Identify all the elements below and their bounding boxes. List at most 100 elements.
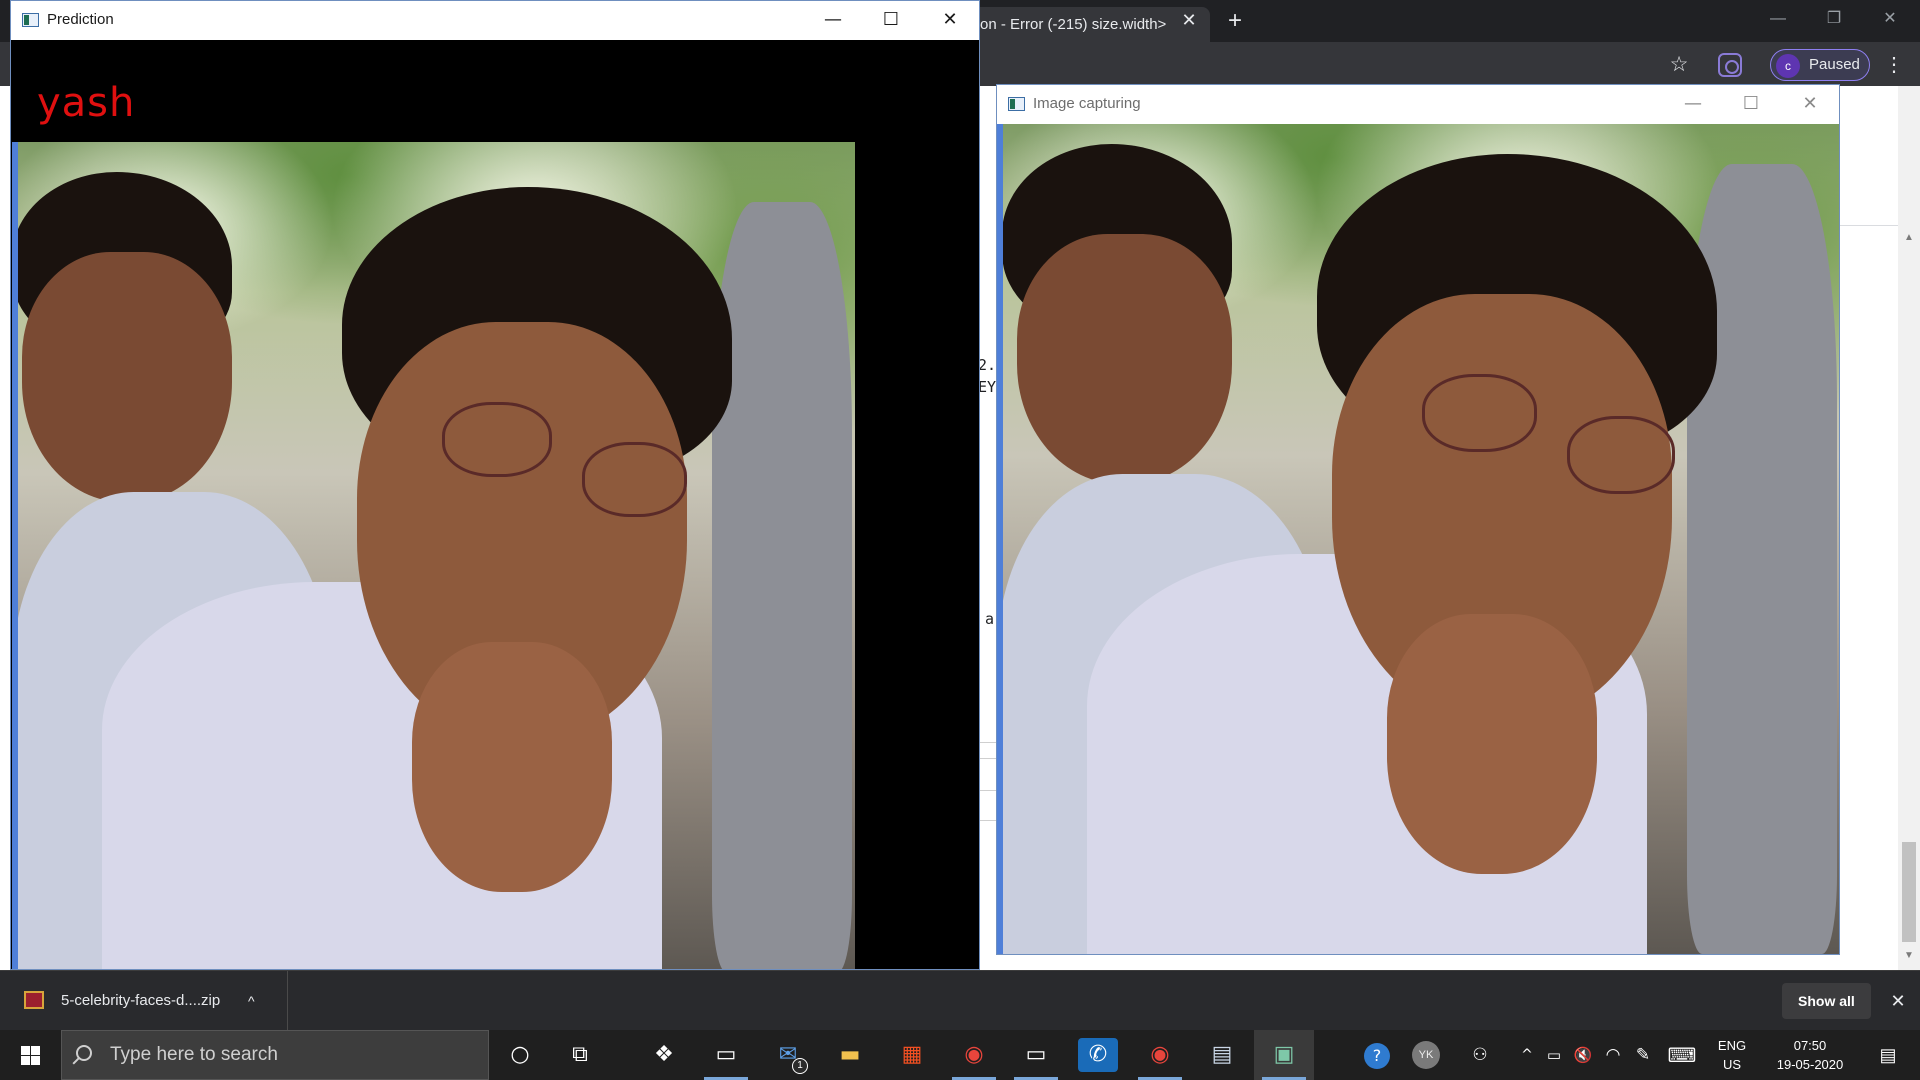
page-scrollbar[interactable]	[1898, 86, 1920, 970]
extension-icon[interactable]	[1718, 53, 1742, 77]
prediction-title-bar[interactable]: Prediction — ☐ ✕	[11, 1, 979, 39]
search-placeholder: Type here to search	[110, 1044, 278, 1065]
page-text-fragment: 2.	[978, 356, 997, 374]
pen-icon[interactable]: ✎	[1630, 1030, 1656, 1080]
prediction-window: Prediction — ☐ ✕ yash	[10, 0, 980, 970]
taskbar-store[interactable]: ▦	[882, 1030, 942, 1080]
minimize-button[interactable]: —	[804, 1, 862, 39]
chrome-minimize-button[interactable]: —	[1758, 4, 1798, 34]
region-code: US	[1722, 1057, 1742, 1072]
taskbar-app-misc[interactable]: ▤	[1192, 1030, 1252, 1080]
photo-left-face	[1017, 234, 1232, 484]
page-side-panel	[1838, 86, 1902, 226]
terminal-icon: ▭	[1025, 1042, 1047, 1067]
prediction-canvas: yash	[11, 40, 979, 969]
show-hidden-icons-icon[interactable]: ^	[1516, 1030, 1538, 1080]
taskbar-terminal[interactable]: ▭	[696, 1030, 756, 1080]
profile-status: Paused	[1809, 56, 1860, 73]
show-all-button[interactable]: Show all	[1782, 983, 1871, 1019]
scroll-up-icon[interactable]: ▲	[1898, 232, 1920, 246]
taskbar-chrome[interactable]: ◉	[944, 1030, 1004, 1080]
clock[interactable]: 07:50 19-05-2020	[1766, 1036, 1854, 1074]
taskbar-mail[interactable]: ✉ 1	[758, 1030, 818, 1080]
bookmark-star-icon[interactable]: ☆	[1666, 52, 1692, 78]
battery-icon[interactable]: ▭	[1542, 1030, 1566, 1080]
terminal-icon: ▭	[715, 1042, 737, 1067]
capture-title-bar[interactable]: Image capturing — ☐ ✕	[997, 85, 1839, 123]
system-tray: ? YK ⚇ ^ ▭ 🔇 ◠ ✎ ⌨ ENG US 07:50 19-05-20…	[1346, 1030, 1920, 1080]
windows-logo-icon	[21, 1046, 40, 1065]
taskbar-opencv-window[interactable]: ▣	[1254, 1030, 1314, 1080]
taskbar-dropbox[interactable]: ❖	[634, 1030, 694, 1080]
help-badge: ?	[1364, 1043, 1390, 1069]
taskbar-chrome-2[interactable]: ◉	[1130, 1030, 1190, 1080]
page-divider	[980, 820, 996, 821]
opencv-window-icon: ▣	[1273, 1042, 1295, 1067]
close-button[interactable]: ✕	[921, 1, 979, 39]
maximize-button[interactable]: ☐	[862, 1, 920, 39]
photo-edge-bar	[12, 142, 18, 969]
chrome-close-button[interactable]: ✕	[1870, 4, 1910, 34]
dropbox-icon: ❖	[654, 1042, 674, 1067]
image-capturing-window: Image capturing — ☐ ✕	[996, 84, 1840, 955]
taskbar-terminal-2[interactable]: ▭	[1006, 1030, 1066, 1080]
whatsapp-icon: ✆	[1078, 1038, 1118, 1072]
folder-icon: ▬	[839, 1042, 861, 1067]
cortana-button[interactable]: ○	[490, 1030, 550, 1080]
volume-muted-icon[interactable]: 🔇	[1570, 1030, 1596, 1080]
people-icon[interactable]: ⚇	[1464, 1030, 1496, 1080]
user-avatar[interactable]: YK	[1412, 1041, 1440, 1069]
window-title: Prediction	[47, 11, 114, 28]
photo-glasses-left	[442, 402, 552, 477]
clock-time: 07:50	[1793, 1038, 1827, 1053]
taskbar-whatsapp[interactable]: ✆	[1068, 1030, 1128, 1080]
mail-icon: ✉	[778, 1042, 798, 1067]
download-bar: 5-celebrity-faces-d....zip ^ Show all ✕	[0, 970, 1920, 1031]
new-tab-button[interactable]: +	[1222, 8, 1248, 34]
chevron-up-icon[interactable]: ^	[248, 971, 255, 1031]
chrome-restore-button[interactable]: ❐	[1814, 4, 1854, 34]
chrome-menu-icon[interactable]: ⋮	[1884, 52, 1904, 78]
download-item[interactable]: 5-celebrity-faces-d....zip ^	[0, 971, 288, 1031]
page-divider	[980, 790, 996, 791]
tab-close-icon[interactable]: ✕	[1178, 9, 1200, 31]
photo-left-face	[22, 252, 232, 502]
scroll-down-icon[interactable]: ▼	[1898, 950, 1920, 964]
page-divider	[980, 758, 996, 759]
close-button[interactable]: ✕	[1781, 85, 1839, 123]
start-button[interactable]	[0, 1030, 60, 1080]
capture-canvas	[997, 124, 1839, 954]
avatar: c	[1776, 54, 1800, 78]
window-app-icon	[22, 13, 39, 27]
page-text-fragment: EY	[978, 378, 997, 396]
photo-hand	[412, 642, 612, 892]
window-app-icon	[1008, 97, 1025, 111]
task-view-button[interactable]: ⧉	[550, 1030, 610, 1080]
photo-glasses-right	[582, 442, 687, 517]
profile-button[interactable]: c Paused	[1770, 49, 1870, 81]
minimize-button[interactable]: —	[1664, 85, 1722, 123]
page-divider	[980, 742, 996, 743]
predicted-face-photo	[12, 142, 855, 969]
keyboard-icon[interactable]: ⌨	[1664, 1030, 1700, 1080]
window-title: Image capturing	[1033, 95, 1141, 112]
close-download-bar-icon[interactable]: ✕	[1884, 983, 1912, 1019]
notifications-icon[interactable]: ▤	[1868, 1030, 1908, 1080]
download-file-name[interactable]: 5-celebrity-faces-d....zip	[61, 971, 220, 1031]
wifi-icon[interactable]: ◠	[1600, 1030, 1626, 1080]
input-language[interactable]: ENG US	[1712, 1036, 1752, 1074]
chrome-icon: ◉	[1150, 1042, 1170, 1067]
maximize-button[interactable]: ☐	[1722, 85, 1780, 123]
taskbar: Type here to search ○ ⧉ ❖ ▭ ✉ 1 ▬ ▦ ◉ ▭ …	[0, 1030, 1920, 1080]
chrome-tab[interactable]: on - Error (-215) size.width>	[960, 7, 1210, 42]
taskbar-file-explorer[interactable]: ▬	[820, 1030, 880, 1080]
taskbar-search-box[interactable]: Type here to search	[61, 1030, 489, 1080]
chrome-icon: ◉	[964, 1042, 984, 1067]
photo-background-person	[712, 202, 852, 969]
photo-hand	[1387, 614, 1597, 874]
help-icon[interactable]: ?	[1358, 1030, 1394, 1080]
mail-unread-badge: 1	[792, 1058, 808, 1074]
photo-glasses-right	[1567, 416, 1675, 494]
language-code: ENG	[1717, 1038, 1747, 1053]
scrollbar-thumb[interactable]	[1902, 842, 1916, 942]
